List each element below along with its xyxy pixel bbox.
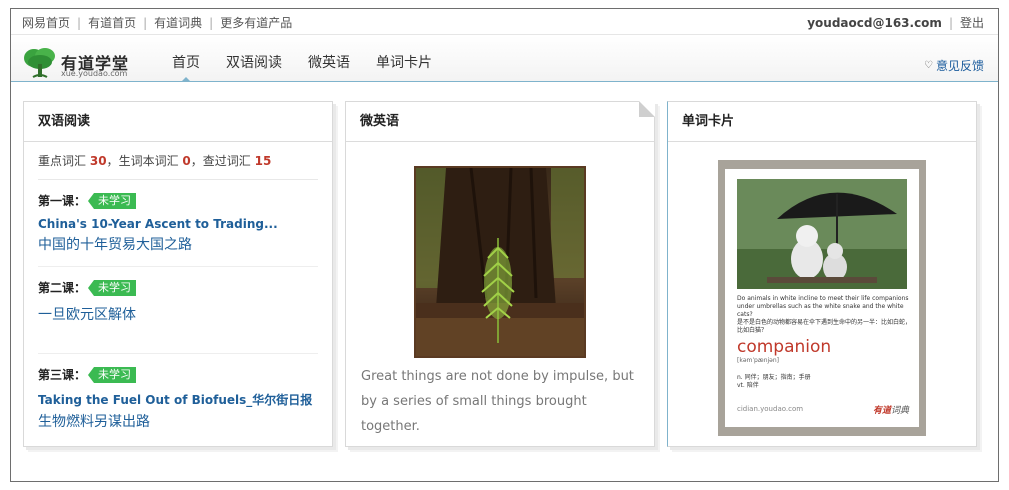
wordbook-vocab-count[interactable]: 0 [182,154,190,168]
lesson-title-en[interactable]: Taking the Fuel Out of Biofuels_华尔街日报 [38,391,318,408]
logo-url: xue.youdao.com [61,69,128,78]
top-bar: 网易首页 | 有道首页 | 有道词典 | 更多有道产品 youdaocd@163.com | 登… [11,9,998,35]
lookup-vocab-label: 查过词汇 [202,154,251,168]
key-vocab-count[interactable]: 30 [90,154,107,168]
sapling-photo[interactable] [414,166,586,358]
lesson-label: 第三课： [38,368,87,382]
cats-umbrella-image [737,179,907,289]
word-card-panel: 单词卡片 Do animals in white incline to meet… [667,101,977,447]
top-links: 网易首页 | 有道首页 | 有道词典 | 更多有道产品 [22,16,293,30]
vocab-stats: 重点词汇 30，生词本词汇 0，查过词汇 15 [38,152,318,180]
heart-icon: ♡ [924,60,933,71]
link-more-products[interactable]: 更多有道产品 [220,16,292,30]
card-site-url: cidian.youdao.com [737,405,804,413]
lesson-label: 第一课： [38,194,87,208]
bilingual-card-title: 双语阅读 [24,102,332,142]
nav-bilingual-reading[interactable]: 双语阅读 [213,36,295,82]
card-phonetic: [kəmˈpænjən] [737,357,780,364]
lesson-item: 第二课： 未学习 一旦欧元区解体 [38,267,318,354]
lesson-title-cn[interactable]: 生物燃料另谋出路 [38,411,318,431]
link-netease-home[interactable]: 网易首页 [22,16,70,30]
link-youdao-dict[interactable]: 有道词典 [154,16,202,30]
site-logo[interactable]: 有道学堂 xue.youdao.com [23,47,173,79]
word-flashcard[interactable]: Do animals in white incline to meet thei… [718,160,926,436]
nav-micro-english[interactable]: 微英语 [295,36,363,82]
key-vocab-label: 重点词汇 [38,154,87,168]
tree-logo-icon [24,48,55,78]
feedback-link[interactable]: ♡ 意见反馈 [924,57,984,74]
example-sentence-en: Do animals in white incline to meet thei… [737,295,909,318]
status-badge: 未学习 [88,192,137,209]
status-badge: 未学习 [88,279,137,296]
user-email: youdaocd@163.com [807,16,942,30]
status-badge: 未学习 [88,366,137,383]
site-header: 有道学堂 xue.youdao.com 首页 双语阅读 微英语 单词卡片 ♡ 意… [11,36,998,82]
lesson-item: 第三课： 未学习 Taking the Fuel Out of Biofuels… [38,354,318,441]
example-sentence-cn: 是不是白色的动物都容易在伞下遇到生命中的另一半：比如白蛇，比如白猫？ [737,319,912,334]
lesson-title-cn[interactable]: 中国的十年贸易大国之路 [38,234,318,254]
card-definition-verb: vt. 陪伴 [737,382,759,389]
lesson-title-cn[interactable]: 一旦欧元区解体 [38,304,318,324]
user-area: youdaocd@163.com | 登出 [807,16,984,30]
wordbook-vocab-label: 生词本词汇 [118,154,179,168]
logout-link[interactable]: 登出 [960,16,984,30]
link-youdao-home[interactable]: 有道首页 [88,16,136,30]
wordcard-card-title: 单词卡片 [668,102,976,142]
nav-word-cards[interactable]: 单词卡片 [363,36,445,82]
micro-card-title: 微英语 [346,102,654,142]
card-word: companion [737,337,832,357]
sapling-image [416,168,584,356]
nav-home[interactable]: 首页 [159,36,213,82]
youdao-dict-brand: 有道词典 [872,406,909,416]
micro-english-card: 微英语 Great things are not done by impulse… [345,101,655,447]
page-frame: 网易首页 | 有道首页 | 有道词典 | 更多有道产品 youdaocd@163.com | 登… [10,8,999,482]
lesson-item: 第一课： 未学习 China's 10-Year Ascent to Tradi… [38,180,318,267]
page-fold-corner [639,101,655,117]
feedback-label: 意见反馈 [935,59,984,73]
bilingual-reading-card: 双语阅读 重点词汇 30，生词本词汇 0，查过词汇 15 第一课： 未学习 Ch… [23,101,333,447]
lesson-title-en[interactable]: China's 10-Year Ascent to Trading... [38,217,318,231]
lesson-label: 第二课： [38,281,87,295]
daily-quote: Great things are not done by impulse, bu… [361,369,634,434]
lookup-vocab-count[interactable]: 15 [255,154,272,168]
main-nav: 首页 双语阅读 微英语 单词卡片 [159,36,445,82]
